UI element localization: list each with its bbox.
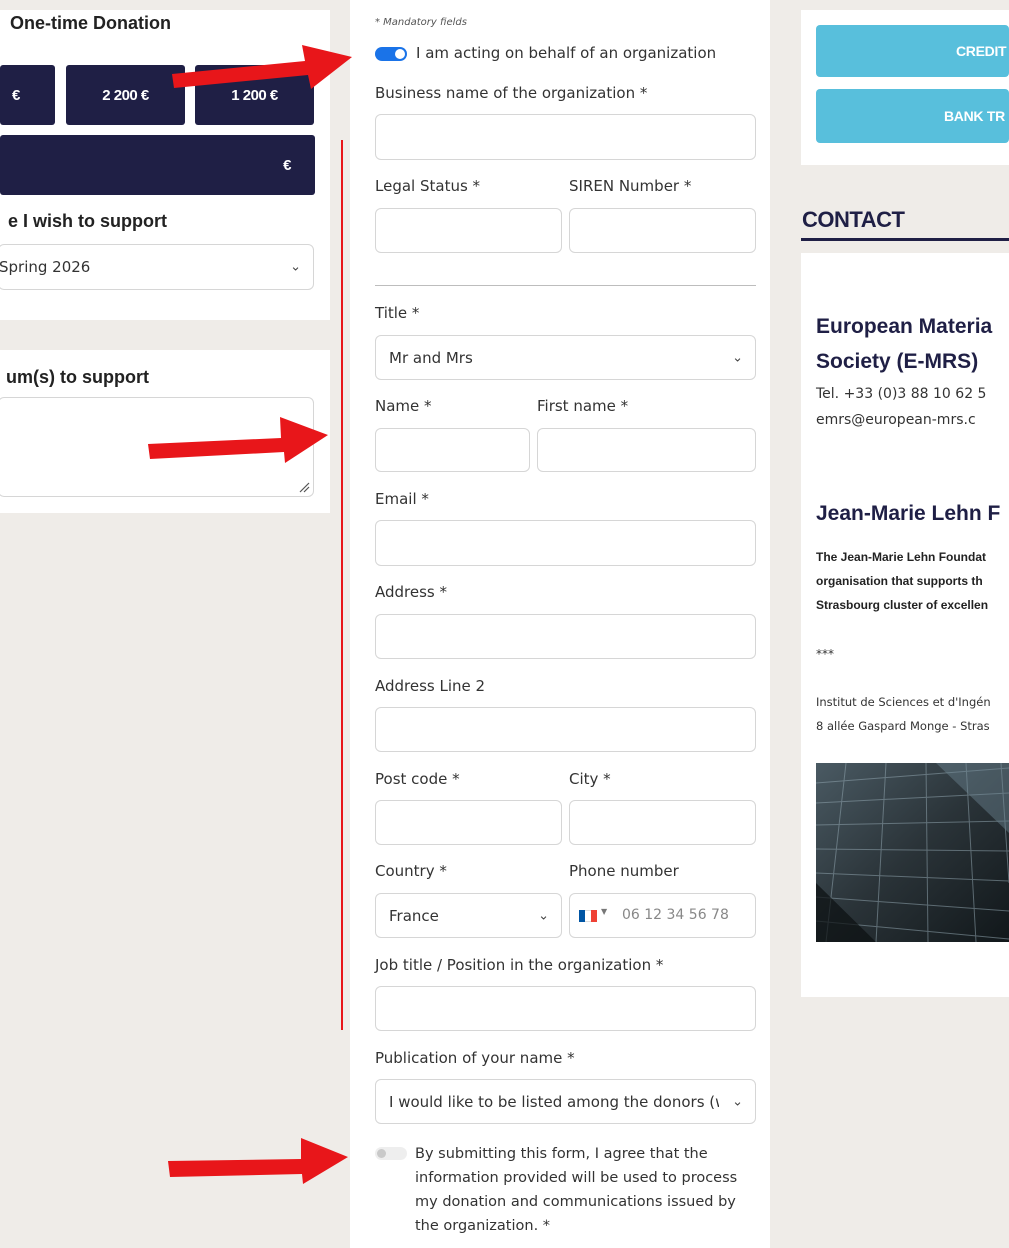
business-name-label: Business name of the organization *: [375, 84, 648, 102]
siren-input[interactable]: [569, 208, 756, 253]
donation-heading: One-time Donation: [10, 13, 171, 33]
name-input[interactable]: [375, 428, 530, 472]
contact-email-link[interactable]: emrs@european-mrs.c: [816, 412, 976, 428]
job-title-input[interactable]: [375, 986, 756, 1031]
institute-line2: 8 allée Gaspard Monge - Stras: [816, 719, 990, 733]
support-select-value: Spring 2026: [0, 258, 91, 276]
foundation-desc-3: Strasbourg cluster of excellen: [816, 598, 989, 612]
org-name-line2: Society (E-MRS): [816, 350, 979, 373]
email-input[interactable]: [375, 520, 756, 566]
institute-line1: Institut de Sciences et d'Ingén: [816, 695, 991, 709]
france-flag-icon[interactable]: [579, 910, 597, 922]
caret-down-icon: ▼: [601, 907, 608, 916]
red-arrow-icon: [168, 1138, 348, 1184]
separator-stars: ***: [816, 647, 834, 661]
contact-panel: European Materia Society (E-MRS) Tel. +3…: [801, 253, 1009, 997]
title-select[interactable]: Mr and Mrs ⌄: [375, 335, 756, 380]
phone-input[interactable]: ▼ 06 12 34 56 78: [569, 893, 756, 938]
legal-status-input[interactable]: [375, 208, 562, 253]
publication-label: Publication of your name *: [375, 1049, 575, 1067]
siren-label: SIREN Number *: [569, 177, 692, 195]
publication-select-value: I would like to be listed among the dono…: [389, 1092, 719, 1111]
address-label: Address *: [375, 583, 448, 601]
contact-underline: [801, 238, 1009, 241]
building-photo: [816, 763, 1009, 942]
amount-button-partial[interactable]: €: [0, 65, 55, 125]
publication-select[interactable]: I would like to be listed among the dono…: [375, 1079, 756, 1124]
first-name-input[interactable]: [537, 428, 756, 472]
toggle-knob: [395, 49, 405, 59]
custom-amount-input[interactable]: €: [0, 135, 315, 195]
title-select-value: Mr and Mrs: [389, 348, 473, 367]
foundation-heading: Jean-Marie Lehn F: [816, 502, 1001, 525]
address2-label: Address Line 2: [375, 677, 486, 695]
chevron-down-icon: ⌄: [290, 259, 301, 275]
address2-input[interactable]: [375, 707, 756, 752]
section-divider: [375, 285, 756, 286]
red-arrow-icon: [172, 45, 352, 89]
amount-label: €: [12, 86, 20, 104]
first-name-label: First name *: [537, 397, 629, 415]
country-select-value: France: [389, 906, 439, 925]
chevron-down-icon: ⌄: [538, 908, 549, 923]
business-name-input[interactable]: [375, 114, 756, 160]
credit-card-button[interactable]: CREDIT: [816, 25, 1009, 77]
chevron-down-icon: ⌄: [732, 350, 743, 365]
consent-toggle[interactable]: [375, 1147, 407, 1160]
email-label: Email *: [375, 490, 429, 508]
org-name-line1: European Materia: [816, 315, 993, 338]
resize-handle-icon[interactable]: [298, 481, 310, 493]
payment-panel: CREDIT BANK TR: [801, 10, 1009, 165]
foundation-desc-2: organisation that supports th: [816, 574, 983, 588]
bank-button-label: BANK TR: [944, 108, 1005, 124]
country-select[interactable]: France ⌄: [375, 893, 562, 938]
support-heading: e I wish to support: [8, 211, 168, 231]
amount-label: 2 200 €: [102, 86, 149, 104]
organization-toggle[interactable]: [375, 47, 407, 61]
postcode-label: Post code *: [375, 770, 460, 788]
mandatory-note: * Mandatory fields: [375, 17, 467, 28]
phone-label: Phone number: [569, 862, 679, 880]
city-input[interactable]: [569, 800, 756, 845]
consent-text: By submitting this form, I agree that th…: [415, 1146, 738, 1234]
legal-status-label: Legal Status *: [375, 177, 481, 195]
red-arrow-icon: [148, 417, 328, 463]
toggle-knob: [377, 1149, 386, 1158]
currency-suffix: €: [283, 156, 291, 174]
postcode-input[interactable]: [375, 800, 562, 845]
symposium-heading: um(s) to support: [6, 367, 149, 387]
organization-toggle-label: I am acting on behalf of an organization: [416, 44, 717, 62]
title-label: Title *: [375, 304, 420, 322]
phone-placeholder: 06 12 34 56 78: [622, 907, 729, 923]
support-select[interactable]: Spring 2026 ⌄: [0, 244, 314, 290]
donor-form: * Mandatory fields I am acting on behalf…: [350, 0, 770, 1248]
foundation-desc-1: The Jean-Marie Lehn Foundat: [816, 550, 987, 564]
chevron-down-icon: ⌄: [732, 1094, 743, 1109]
address-input[interactable]: [375, 614, 756, 659]
red-vertical-line: [341, 140, 343, 1030]
credit-button-label: CREDIT: [956, 43, 1007, 59]
bank-transfer-button[interactable]: BANK TR: [816, 89, 1009, 143]
job-title-label: Job title / Position in the organization…: [375, 956, 664, 974]
contact-heading: CONTACT: [802, 207, 905, 232]
name-label: Name *: [375, 397, 432, 415]
amount-button-2200[interactable]: 2 200 €: [66, 65, 185, 125]
country-label: Country *: [375, 862, 447, 880]
city-label: City *: [569, 770, 611, 788]
contact-phone: Tel. +33 (0)3 88 10 62 5: [816, 386, 987, 402]
